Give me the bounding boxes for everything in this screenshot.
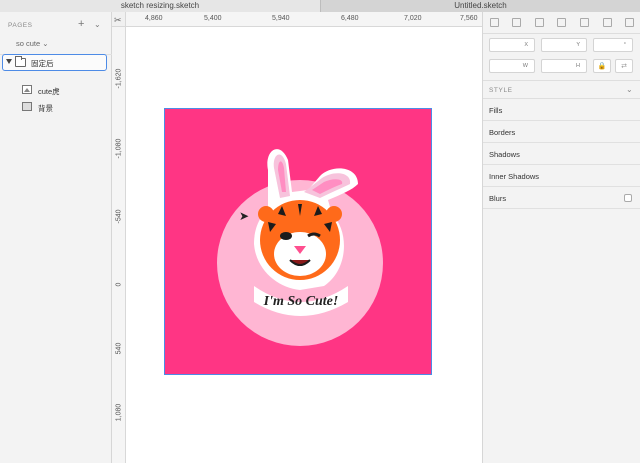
blur-checkbox[interactable] [624,194,632,202]
divider [483,80,640,81]
ruler-label: 7,560 [460,15,478,22]
align-top-icon[interactable] [557,18,567,27]
ruler-label: 1,080 [115,403,123,422]
fills-section[interactable]: Fills [483,100,640,121]
ruler-label: 540 [115,342,123,355]
x-field[interactable]: X [489,38,535,52]
layer-group[interactable]: 固定后 [0,54,112,71]
inner-shadows-section[interactable]: Inner Shadows [483,166,640,187]
rotation-field[interactable]: ° [593,38,633,52]
section-label: Shadows [489,150,520,159]
section-label: Blurs [489,194,507,203]
align-center-icon[interactable] [512,18,522,27]
disclosure-triangle-icon[interactable] [6,59,12,64]
scissors-icon[interactable]: ✂ [114,15,124,25]
lock-ratio-icon[interactable]: 🔒 [593,59,611,73]
ruler-top[interactable]: 4,860 5,400 5,940 6,480 7,020 7,560 [126,12,482,27]
sticker-text: I'm So Cute! [263,294,339,309]
ruler-label: 4,860 [145,15,163,22]
ruler-label: 7,020 [404,15,422,22]
ruler-label: -540 [115,209,123,224]
chevron-down-icon[interactable]: ⌄ [626,85,633,94]
plus-icon[interactable]: + [78,18,84,30]
sketch-window: sketch resizing.sketch Untitled.sketch P… [0,0,640,463]
ruler-left[interactable]: -1,620 -1,080 -540 0 540 1,080 [112,27,126,463]
section-label: Borders [489,128,516,137]
ruler-label: -1,620 [115,68,123,89]
width-field[interactable]: W [489,59,535,73]
current-page-selector[interactable]: so cute ⌄ [16,39,49,48]
mouse-cursor-icon: ➤ [239,209,250,223]
y-field[interactable]: Y [541,38,587,52]
layer-rectangle[interactable]: 背景 [0,99,112,116]
tiger-sticker-illustration[interactable]: I'm So Cute! [220,140,390,320]
ruler-label: 5,940 [272,15,290,22]
ruler-label: -1,080 [115,138,123,159]
section-label: Inner Shadows [489,172,540,181]
tab-bar: sketch resizing.sketch Untitled.sketch [0,0,640,12]
tab-untitled[interactable]: Untitled.sketch [320,0,640,12]
align-right-icon[interactable] [534,18,544,27]
folder-icon [15,56,26,67]
layer-label: 背景 [38,104,53,113]
ruler-label: 5,400 [204,15,222,22]
section-label: Fills [489,106,503,115]
rectangle-icon [22,102,32,111]
style-header: STYLE [489,87,513,94]
layer-image[interactable]: cute虎 [0,82,112,99]
align-bottom-icon[interactable] [602,18,612,27]
alignment-toolbar [483,12,640,34]
layer-label: cute虎 [38,87,60,96]
blurs-section[interactable]: Blurs [483,188,640,209]
layer-label: 固定后 [31,59,54,68]
flip-icon[interactable]: ⇄ [615,59,633,73]
divider [483,98,640,99]
inspector-panel: X Y ° W H 🔒 ⇄ STYLE ⌄ Fills Borders Shad… [482,12,640,463]
align-left-icon[interactable] [489,18,499,27]
distribute-icon[interactable] [625,18,635,27]
borders-section[interactable]: Borders [483,122,640,143]
tab-sketch-resizing[interactable]: sketch resizing.sketch [0,0,320,12]
shadows-section[interactable]: Shadows [483,144,640,165]
image-icon [22,85,32,94]
ruler-label: 6,480 [341,15,359,22]
pages-title: PAGES [8,22,33,29]
ruler-label: 0 [115,282,123,287]
layers-sidebar: PAGES + ⌄ so cute ⌄ 固定后 cute虎 背景 [0,12,112,463]
chevron-down-icon[interactable]: ⌄ [94,20,101,29]
align-middle-icon[interactable] [580,18,590,27]
height-field[interactable]: H [541,59,587,73]
